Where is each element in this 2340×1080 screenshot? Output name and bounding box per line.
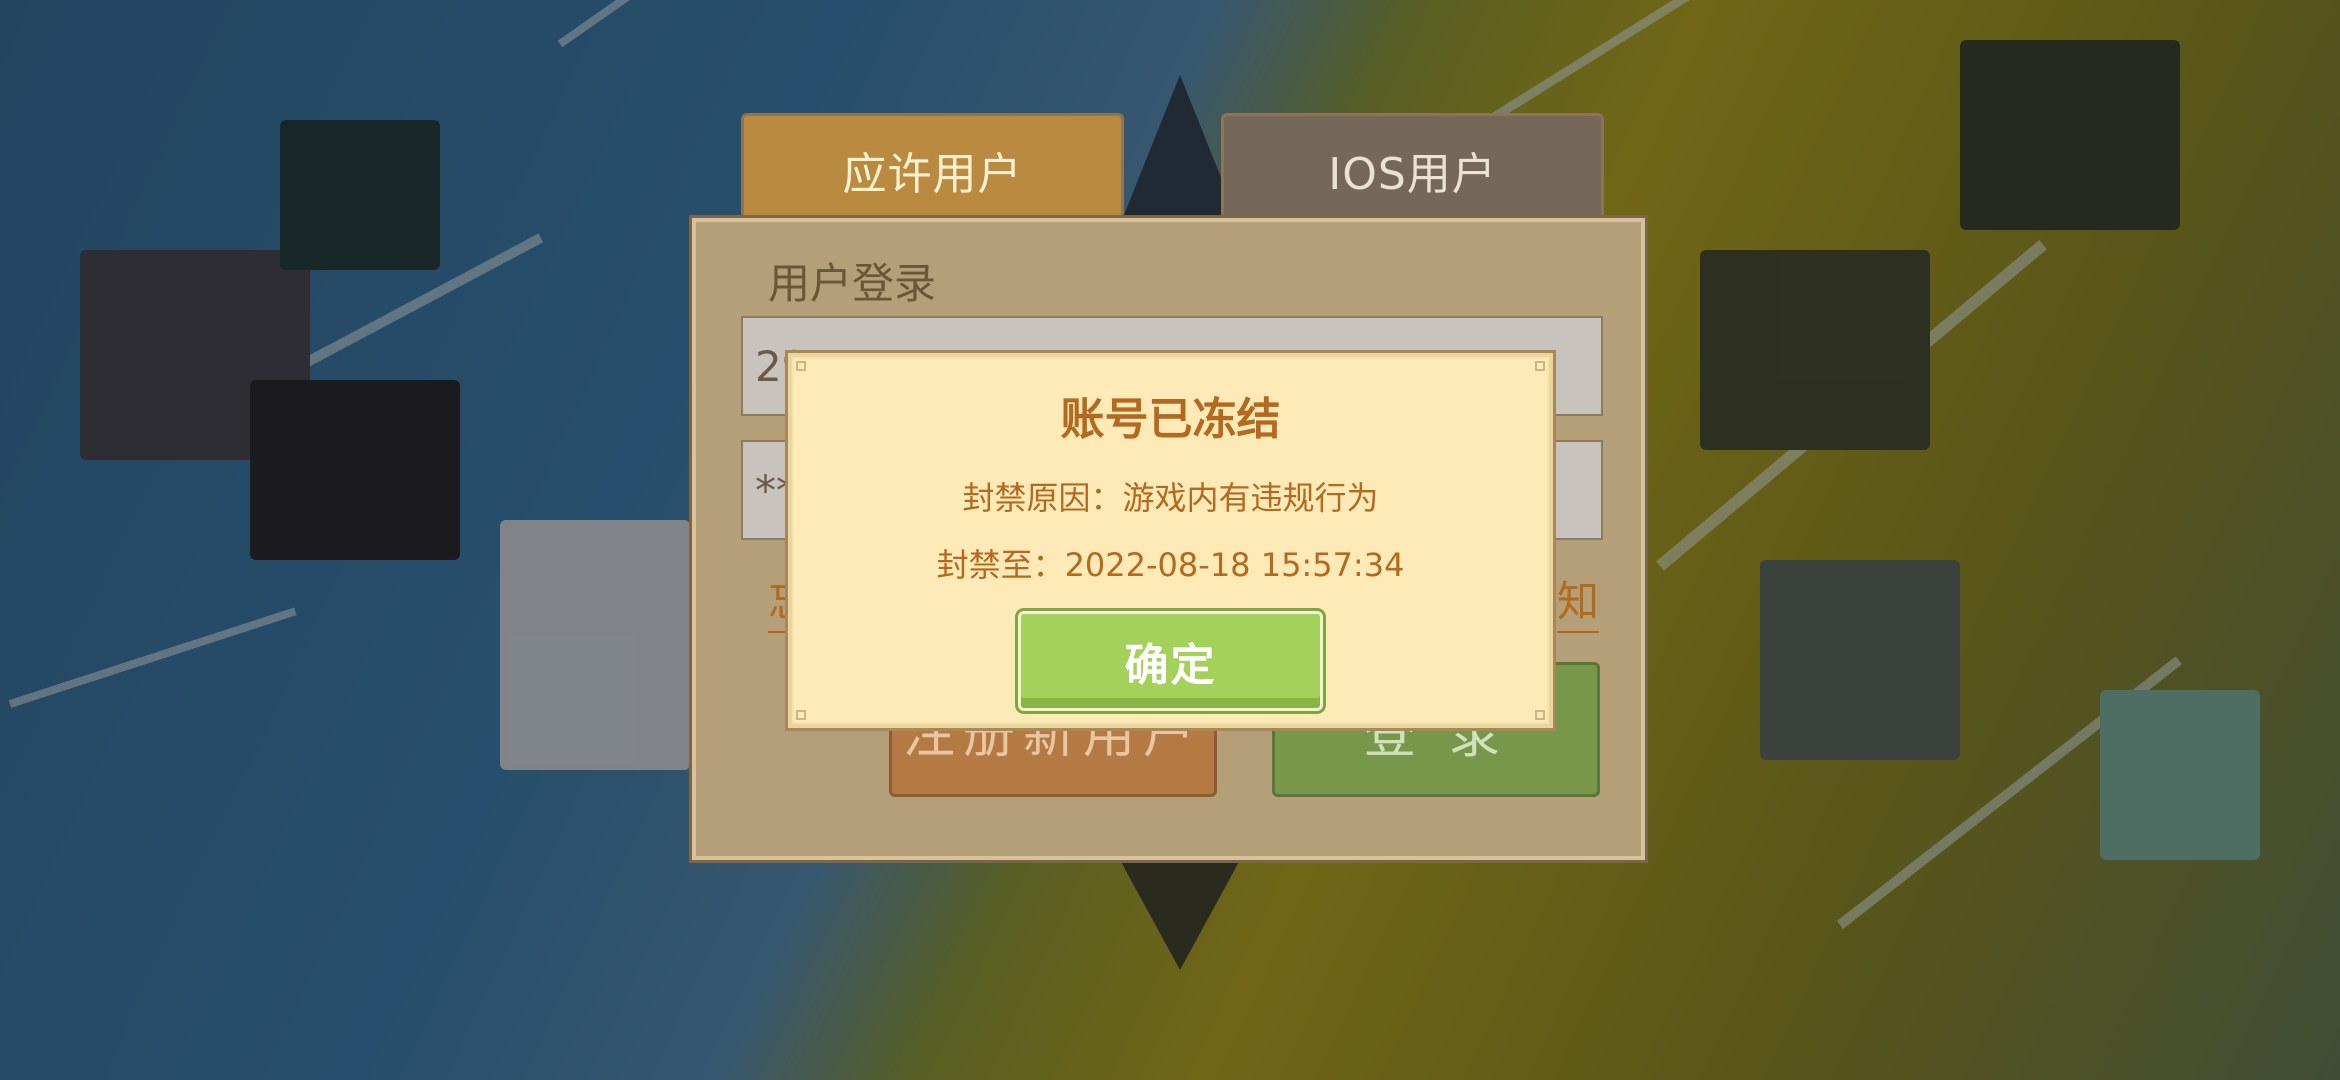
emblem-bottom-decoration	[1120, 860, 1240, 970]
corner-ornament	[796, 361, 806, 371]
game-login-screen: 应许用户 IOS用户 用户登录 29 ** 忘 知 注册新用户 登 录 账号已冻…	[0, 0, 2340, 1080]
confirm-button[interactable]: 确定	[1018, 611, 1323, 711]
ban-reason-text: 封禁原因：游戏内有违规行为	[962, 479, 1379, 517]
ban-until-text: 封禁至：2022-08-18 15:57:34	[936, 546, 1405, 584]
corner-ornament	[1535, 710, 1545, 720]
tab-android-label: 应许用户	[842, 149, 1023, 200]
tab-ios-label: IOS用户	[1328, 149, 1497, 200]
notice-link[interactable]: 知	[1556, 568, 1599, 633]
dialog-title: 账号已冻结	[1060, 394, 1281, 445]
account-frozen-dialog: 账号已冻结 封禁原因：游戏内有违规行为 封禁至：2022-08-18 15:57…	[788, 353, 1553, 728]
tab-android-users[interactable]: 应许用户	[741, 113, 1124, 224]
corner-ornament	[796, 710, 806, 720]
login-panel-title: 用户登录	[768, 259, 937, 308]
corner-ornament	[1535, 361, 1545, 371]
tab-ios-users[interactable]: IOS用户	[1221, 113, 1604, 224]
